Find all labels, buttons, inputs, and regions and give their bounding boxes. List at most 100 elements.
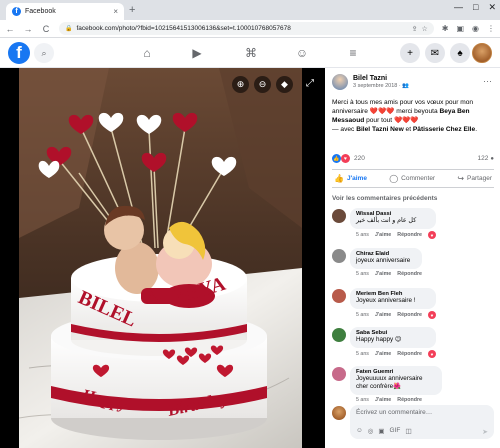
- share-button[interactable]: ↪ Partager: [457, 174, 492, 183]
- browser-tab-strip: f Facebook × + — □ ✕: [0, 0, 500, 20]
- caption-text-3: pour tout: [364, 117, 394, 124]
- comment-love-icon[interactable]: ♥: [427, 231, 436, 239]
- with-and: et: [403, 126, 413, 133]
- cake-ampersand: &: [147, 287, 164, 309]
- minimize-button[interactable]: —: [454, 2, 463, 13]
- window-controls: — □ ✕: [454, 2, 496, 13]
- comment-like-button[interactable]: J'aime: [375, 232, 391, 238]
- comment-reply-button[interactable]: Répondre: [397, 232, 422, 238]
- forward-icon[interactable]: →: [23, 24, 33, 34]
- tag-icon[interactable]: ◆: [276, 76, 293, 93]
- reaction-summary: 👍 ♥ 220 122 ●: [332, 154, 494, 163]
- comment-count[interactable]: 122 ●: [478, 155, 494, 162]
- tagged-page-patisserie[interactable]: Pâtisserie Chez Elle: [413, 126, 475, 133]
- comment-like-button[interactable]: J'aime: [375, 271, 391, 277]
- new-tab-button[interactable]: +: [129, 4, 135, 16]
- bookmark-star-icon[interactable]: ☆: [421, 25, 427, 33]
- comment-age[interactable]: 5 ans: [356, 232, 369, 238]
- comment-age[interactable]: 5 ans: [356, 351, 369, 357]
- comment-text: Joyeuuuux anniversaire cher confrère🌺: [356, 375, 423, 390]
- comment-reply-button[interactable]: Répondre: [397, 271, 422, 277]
- previous-comments-link[interactable]: Voir les commentaires précédents: [332, 195, 437, 202]
- comment-item: Chiraz Elaid joyeux anniversaire 5 ans J…: [332, 248, 422, 277]
- reactions-button[interactable]: 👍 ♥ 220: [332, 154, 365, 163]
- comment-like-button[interactable]: J'aime: [375, 312, 391, 318]
- camera-icon[interactable]: ◎: [368, 427, 374, 435]
- comment-input[interactable]: Écrivez un commentaire… ☺ ◎ ▣ GIF ◫ ➤: [350, 405, 494, 439]
- comment-meta: 5 ans J'aime Répondre ♥: [350, 311, 436, 319]
- browser-tab-facebook[interactable]: f Facebook ×: [6, 3, 124, 20]
- comment-love-icon[interactable]: ♥: [427, 350, 436, 358]
- commenter-avatar[interactable]: [332, 249, 346, 263]
- tab-close-icon[interactable]: ×: [113, 7, 118, 16]
- url-field[interactable]: 🔒 facebook.com/photo/?fbid=1021564151300…: [59, 22, 434, 35]
- caption-period: .: [475, 126, 478, 133]
- commenter-avatar[interactable]: [332, 209, 346, 223]
- comment-text: Happy happy 😉: [356, 336, 402, 343]
- comment-meta: 5 ans J'aime Répondre: [350, 397, 442, 403]
- comment-button[interactable]: ◯ Commenter: [389, 174, 435, 183]
- caption-text-2: merci beyouta: [394, 108, 440, 115]
- lock-icon[interactable]: 🔒: [65, 25, 72, 32]
- share-page-icon[interactable]: ⇪: [412, 25, 418, 33]
- profile-icon[interactable]: ◉: [472, 24, 479, 33]
- comment-age[interactable]: 5 ans: [356, 271, 369, 277]
- browser-menu-icon[interactable]: ⋮: [487, 24, 495, 33]
- account-avatar[interactable]: [472, 43, 492, 63]
- zoom-in-icon[interactable]: ⊕: [232, 76, 249, 93]
- emoji-icon[interactable]: ☺: [356, 427, 363, 435]
- maximize-button[interactable]: □: [473, 2, 478, 13]
- groups-icon[interactable]: ☺: [287, 38, 317, 68]
- gif-icon[interactable]: GIF: [389, 427, 400, 435]
- extensions-icon[interactable]: ✱: [442, 24, 449, 33]
- cake-photo[interactable]: BILEL & BEYA Happy Birthday: [19, 68, 302, 448]
- facebook-logo-icon[interactable]: f: [8, 42, 30, 64]
- sticker-icon[interactable]: ▣: [378, 427, 384, 435]
- comment-reply-button[interactable]: Répondre: [397, 351, 422, 357]
- more-options-icon[interactable]: ···: [483, 76, 492, 86]
- author-avatar[interactable]: [332, 74, 348, 90]
- home-icon[interactable]: ⌂: [132, 38, 162, 68]
- post-date-text[interactable]: 3 septembre 2018 ·: [353, 83, 402, 89]
- send-icon[interactable]: ➤: [482, 428, 488, 436]
- create-plus-icon[interactable]: +: [400, 43, 420, 63]
- watch-icon[interactable]: ▶: [182, 38, 212, 68]
- like-button[interactable]: 👍 J'aime: [334, 174, 367, 183]
- post-panel: Bilel Tazni 3 septembre 2018 · 👥 ··· Mer…: [325, 68, 500, 448]
- commenter-avatar[interactable]: [332, 367, 346, 381]
- comment-meta: 5 ans J'aime Répondre ♥: [350, 350, 436, 358]
- search-icon[interactable]: ⌕: [34, 43, 54, 63]
- comment-reply-button[interactable]: Répondre: [397, 397, 422, 403]
- tagged-user-bilel[interactable]: Bilel Tazni New: [356, 126, 404, 133]
- tab-title: Facebook: [25, 8, 56, 15]
- commenter-avatar[interactable]: [332, 328, 346, 342]
- menu-icon[interactable]: ≡: [338, 38, 368, 68]
- marketplace-icon[interactable]: ⌘: [236, 38, 266, 68]
- reload-icon[interactable]: C: [41, 24, 51, 34]
- comment-placeholder[interactable]: Écrivez un commentaire…: [356, 409, 488, 416]
- comment-reply-button[interactable]: Répondre: [397, 312, 422, 318]
- back-icon[interactable]: ←: [5, 24, 15, 34]
- facebook-top-bar: f ⌕ ⌂ ▶ ⌘ ☺ ≡ + ✉ ♠: [0, 38, 500, 68]
- comment-love-icon[interactable]: ♥: [427, 311, 436, 319]
- close-window-button[interactable]: ✕: [488, 2, 496, 13]
- reaction-count[interactable]: 220: [354, 155, 365, 162]
- fullscreen-icon[interactable]: ⤢: [306, 78, 314, 89]
- comment-bubble: Faten Guemri Joyeuuuux anniversaire cher…: [350, 366, 442, 395]
- zoom-out-icon[interactable]: ⊖: [254, 76, 271, 93]
- commenter-avatar[interactable]: [332, 289, 346, 303]
- notifications-bell-icon[interactable]: ♠: [450, 43, 470, 63]
- avatar-sticker-icon[interactable]: ◫: [405, 427, 411, 435]
- comment-age[interactable]: 5 ans: [356, 312, 369, 318]
- comment-count-value[interactable]: 122: [478, 155, 489, 162]
- comment-like-button[interactable]: J'aime: [375, 351, 391, 357]
- caption-hearts-1: ❤️❤️❤️: [369, 108, 395, 115]
- comment-meta: 5 ans J'aime Répondre ♥: [350, 231, 436, 239]
- author-name[interactable]: Bilel Tazni: [353, 75, 409, 82]
- comment-like-button[interactable]: J'aime: [375, 397, 391, 403]
- post-date[interactable]: 3 septembre 2018 · 👥: [353, 83, 409, 89]
- side-panel-icon[interactable]: ▣: [456, 24, 464, 33]
- comment-age[interactable]: 5 ans: [356, 397, 369, 403]
- messenger-icon[interactable]: ✉: [425, 43, 445, 63]
- url-text[interactable]: facebook.com/photo/?fbid=102156415130061…: [76, 25, 407, 32]
